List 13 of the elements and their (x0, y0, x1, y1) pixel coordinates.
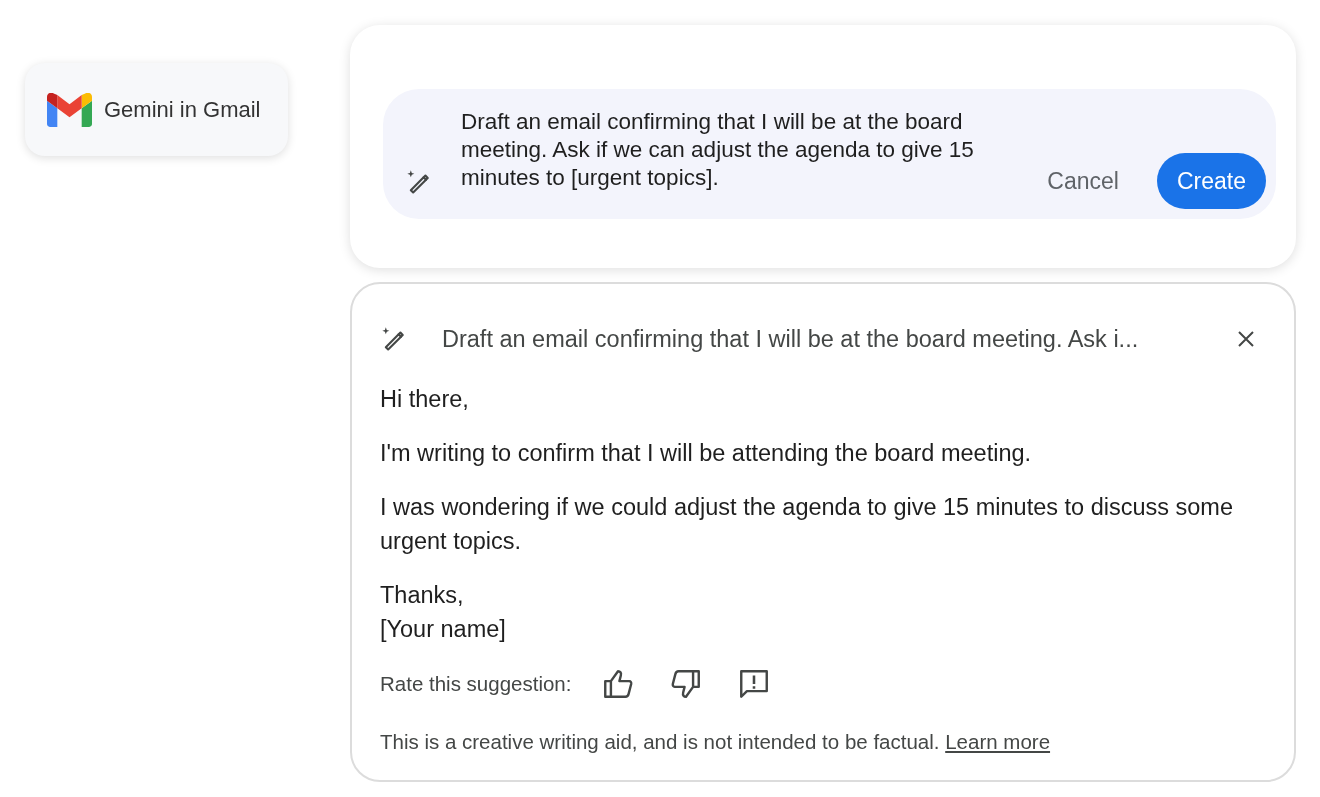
badge-label: Gemini in Gmail (104, 96, 261, 123)
prompt-field[interactable]: Draft an email confirming that I will be at the board meeting. Ask if we can adjust the agenda to give 15 minutes to [urgent topics]. Cancel Create (383, 89, 1276, 219)
result-title: Draft an email confirming that I will be at the board meeting. Ask i... (442, 325, 1139, 353)
cancel-button[interactable]: Cancel (1027, 153, 1139, 209)
email-paragraph: I was wondering if we could adjust the agenda to give 15 minutes to discuss some urgent topics. (380, 493, 1234, 556)
create-button[interactable]: Create (1156, 153, 1266, 209)
email-paragraph: Thanks, [Your name] (380, 581, 507, 644)
email-paragraph: I'm writing to confirm that I will be attending the board meeting. (380, 439, 1033, 468)
rating-label: Rate this suggestion: (380, 672, 572, 696)
gmail-logo-icon (47, 92, 92, 127)
disclaimer-text: This is a creative writing aid, and is not intended to be factual. Learn more (380, 730, 1052, 754)
learn-more-link[interactable]: Learn more (945, 730, 1051, 753)
email-paragraph: Hi there, (380, 385, 470, 414)
